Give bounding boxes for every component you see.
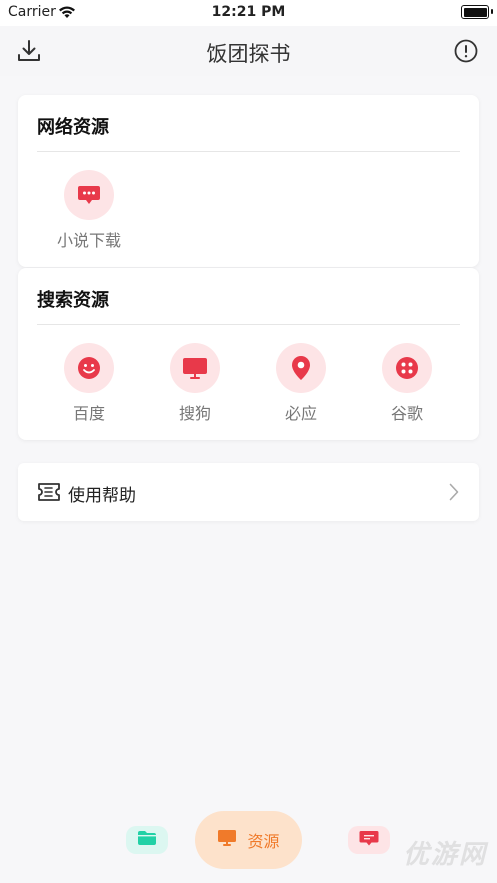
- search-resources-card: 搜索资源 百度 搜狗 必应 谷歌: [18, 268, 479, 440]
- search-section-title: 搜索资源: [37, 290, 109, 311]
- google-label: 谷歌: [390, 404, 423, 423]
- monitor-icon: [217, 829, 237, 851]
- novel-download-label: 小说下载: [56, 231, 121, 250]
- baidu-label: 百度: [72, 404, 105, 423]
- google-item[interactable]: 谷歌: [362, 343, 452, 424]
- divider: [37, 151, 460, 152]
- network-resources-card: 网络资源 小说下载: [18, 95, 479, 267]
- bing-item[interactable]: 必应: [256, 343, 346, 424]
- ticket-icon: [37, 482, 61, 506]
- tab-resources-label: 资源: [247, 832, 280, 851]
- status-bar: Carrier 12:21 PM: [0, 0, 497, 26]
- message-icon: [359, 830, 379, 851]
- divider: [37, 324, 460, 325]
- location-pin-icon: [276, 343, 326, 393]
- navigation-bar: 饭团探书: [0, 26, 497, 76]
- battery-icon: [461, 5, 489, 19]
- tab-messages[interactable]: [348, 826, 390, 854]
- folder-icon: [137, 830, 157, 850]
- bing-label: 必应: [284, 404, 317, 423]
- sogou-item[interactable]: 搜狗: [150, 343, 240, 424]
- chevron-right-icon: [449, 483, 459, 505]
- monitor-icon: [170, 343, 220, 393]
- dots-grid-icon: [382, 343, 432, 393]
- network-section-title: 网络资源: [37, 117, 109, 138]
- clock: 12:21 PM: [211, 4, 286, 20]
- help-row[interactable]: 使用帮助: [18, 463, 479, 521]
- message-dots-icon: [64, 170, 114, 220]
- tab-bar: 资源 优游网: [0, 806, 497, 883]
- watermark-logo: 优游网: [402, 840, 487, 870]
- info-icon[interactable]: [454, 39, 478, 63]
- tab-resources[interactable]: 资源: [195, 811, 302, 869]
- tab-files[interactable]: [126, 826, 168, 854]
- page-title: 饭团探书: [206, 42, 291, 66]
- novel-download-item[interactable]: 小说下载: [44, 170, 134, 251]
- help-label: 使用帮助: [68, 486, 136, 506]
- baidu-item[interactable]: 百度: [44, 343, 134, 424]
- battery-tip: [491, 9, 493, 14]
- sogou-label: 搜狗: [178, 404, 211, 423]
- smile-icon: [64, 343, 114, 393]
